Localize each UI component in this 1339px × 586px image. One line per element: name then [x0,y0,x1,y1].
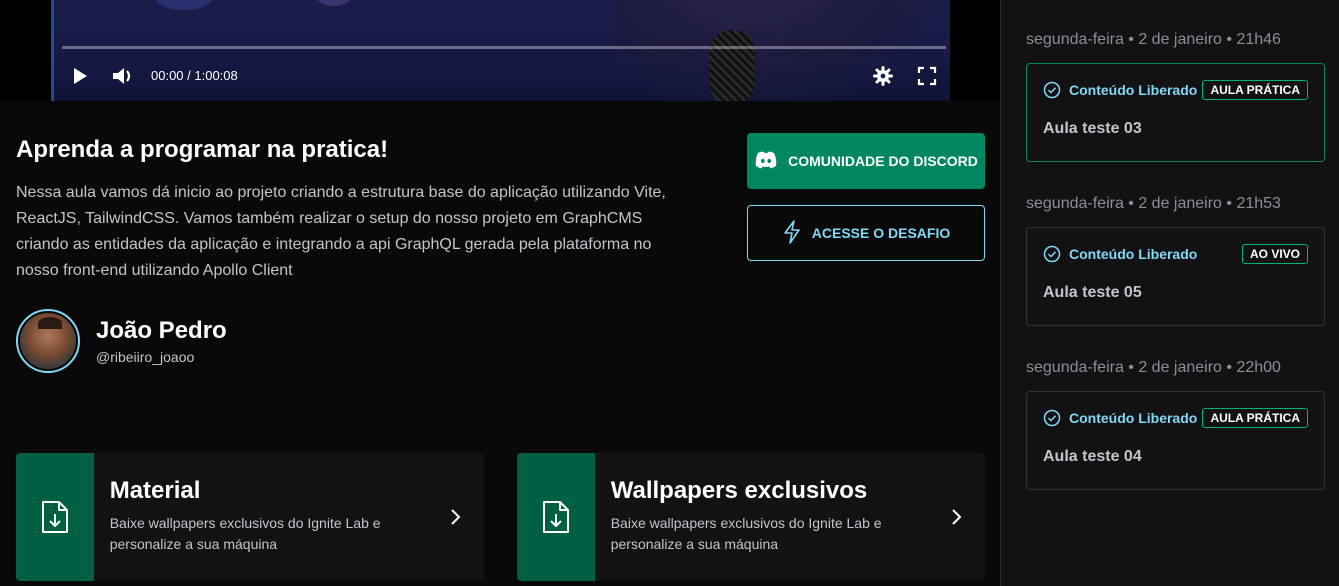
video-background-light [154,0,214,10]
video-time: 00:00 / 1:00:08 [151,68,238,83]
lesson-date: segunda-feira • 2 de janeiro • 21h46 [1026,31,1281,48]
lesson-status-label: Conteúdo Liberado [1069,82,1198,98]
lesson-card[interactable]: Conteúdo Liberado AULA PRÁTICA Aula test… [1026,63,1325,162]
card-title: Wallpapers exclusivos [610,477,868,504]
lesson-status-label: Conteúdo Liberado [1069,410,1198,426]
lesson-name: Aula teste 05 [1043,284,1142,301]
discord-icon [754,150,778,173]
lesson-card[interactable]: Conteúdo Liberado AULA PRÁTICA Aula test… [1026,391,1325,490]
file-download-icon [16,453,94,581]
lesson-item[interactable]: segunda-feira • 2 de janeiro • 22h00 Con… [1026,359,1325,490]
fullscreen-icon[interactable] [915,64,939,88]
video-frame-microphone [709,30,755,101]
author-name: João Pedro [96,317,227,344]
chevron-right-icon [927,453,985,581]
lesson-title: Aprenda a programar na pratica! [16,136,389,163]
lesson-status: Conteúdo Liberado [1043,81,1197,99]
chevron-right-icon [426,453,484,581]
lesson-status: Conteúdo Liberado [1043,409,1197,427]
play-icon[interactable] [68,64,92,88]
card-description: Baixe wallpapers exclusivos do Ignite La… [109,515,381,552]
lesson-date: segunda-feira • 2 de janeiro • 22h00 [1026,359,1281,376]
video-player[interactable]: 00:00 / 1:00:08 [51,0,950,101]
discord-community-button[interactable]: COMUNIDADE DO DISCORD [747,133,985,189]
lesson-type-badge: AULA PRÁTICA [1202,80,1308,100]
video-progress-bar[interactable] [62,46,946,49]
check-circle-icon [1043,409,1061,427]
author-handle: @ribeiiro_joaoo [96,349,195,365]
discord-button-label: COMUNIDADE DO DISCORD [788,153,978,169]
lesson-name: Aula teste 04 [1043,448,1142,465]
lesson-name: Aula teste 03 [1043,120,1142,137]
lesson-type-badge: AULA PRÁTICA [1202,408,1308,428]
lesson-status-label: Conteúdo Liberado [1069,246,1198,262]
lesson-card[interactable]: Conteúdo Liberado AO VIVO Aula teste 05 [1026,227,1325,326]
lesson-item[interactable]: segunda-feira • 2 de janeiro • 21h46 Con… [1026,31,1325,162]
video-background-light [314,0,354,6]
volume-icon[interactable] [110,63,136,89]
lesson-item[interactable]: segunda-feira • 2 de janeiro • 21h53 Con… [1026,195,1325,326]
lesson-date: segunda-feira • 2 de janeiro • 21h53 [1026,195,1281,212]
video-frame-person [614,0,950,101]
file-download-icon [517,453,595,581]
gear-icon[interactable] [871,64,895,88]
author-info: João Pedro @ribeiiro_joaoo [16,309,227,373]
lesson-status: Conteúdo Liberado [1043,245,1197,263]
check-circle-icon [1043,245,1061,263]
wallpapers-card[interactable]: Wallpapers exclusivos Baixe wallpapers e… [517,453,985,581]
card-description: Baixe wallpapers exclusivos do Ignite La… [610,515,882,552]
lesson-type-badge: AO VIVO [1241,244,1308,264]
card-title: Material [109,477,201,504]
challenge-button-label: ACESSE O DESAFIO [811,225,951,241]
challenge-button[interactable]: ACESSE O DESAFIO [747,205,985,261]
avatar [16,309,80,373]
lightning-icon [782,219,802,247]
check-circle-icon [1043,81,1061,99]
lesson-description: Nessa aula vamos dá inicio ao projeto cr… [16,184,666,279]
material-card[interactable]: Material Baixe wallpapers exclusivos do … [16,453,484,581]
